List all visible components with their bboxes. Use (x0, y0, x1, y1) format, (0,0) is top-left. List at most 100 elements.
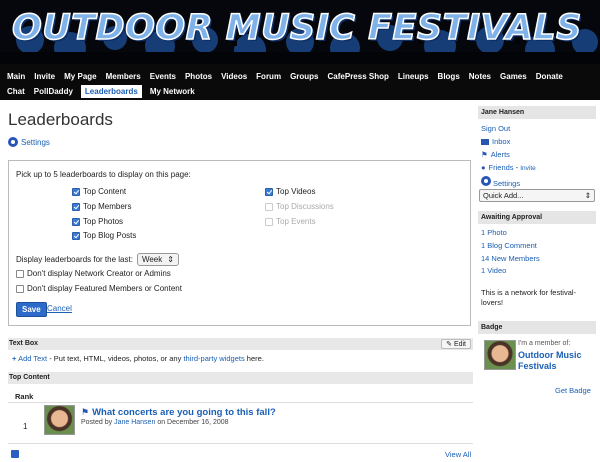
person-icon: ● (481, 163, 486, 172)
leaderboard-settings-panel: Pick up to 5 leaderboards to display on … (8, 160, 471, 326)
friends-row: ● Friends - Invite (481, 163, 536, 172)
checkbox-box[interactable] (72, 187, 80, 196)
badge-header: Badge (478, 321, 596, 334)
nav-row-secondary: Chat PollDaddy Leaderboards My Network (6, 83, 196, 99)
nav-row-primary: Main Invite My Page Members Events Photo… (6, 68, 564, 84)
checkbox-box (265, 202, 273, 211)
settings-label: Settings (493, 179, 521, 188)
checkbox-top-blog-posts[interactable]: Top Blog Posts (72, 231, 136, 240)
nav-item-events[interactable]: Events (149, 70, 177, 83)
approval-item-photo[interactable]: 1 Photo (481, 228, 507, 237)
checkbox-box[interactable] (265, 187, 273, 196)
inbox-label: Inbox (492, 137, 511, 146)
checkbox-box[interactable] (72, 202, 80, 211)
approval-item-blog-comment[interactable]: 1 Blog Comment (481, 241, 537, 250)
sidebar-settings-link[interactable]: Settings (481, 176, 520, 188)
rank-number: 1 (23, 422, 28, 431)
post-date: on December 16, 2008 (157, 419, 229, 426)
top-content-title: Top Content (9, 374, 50, 381)
text-box-description: - Put text, HTML, videos, photos, or any (47, 354, 184, 363)
nav-item-cafepress-shop[interactable]: CafePress Shop (327, 70, 390, 83)
checkbox-box[interactable] (72, 217, 80, 226)
nav-item-donate[interactable]: Donate (535, 70, 564, 83)
site-banner-title[interactable]: OUTDOOR MUSIC FESTIVALS (11, 7, 582, 49)
text-box-description-end: here. (244, 354, 264, 363)
checkbox-label: Don't display Featured Members or Conten… (27, 284, 182, 293)
checkbox-label: Top Members (83, 202, 132, 211)
user-name-header: Jane Hansen (478, 106, 596, 119)
main-navigation: Main Invite My Page Members Events Photo… (0, 64, 600, 100)
checkbox-box[interactable] (72, 231, 80, 240)
nav-item-invite[interactable]: Invite (33, 70, 56, 83)
discussion-icon: ⚑ (81, 407, 90, 417)
cancel-link[interactable]: Cancel (47, 304, 72, 313)
checkbox-box (265, 217, 273, 226)
checkbox-label: Top Videos (276, 187, 316, 196)
nav-item-groups[interactable]: Groups (289, 70, 319, 83)
approval-item-video[interactable]: 1 Video (481, 266, 506, 275)
edit-button[interactable]: ✎ Edit (441, 339, 471, 349)
awaiting-approval-header: Awaiting Approval (478, 211, 596, 224)
checkbox-top-content[interactable]: Top Content (72, 187, 126, 196)
view-all-link[interactable]: View All (445, 450, 471, 459)
checkbox-top-photos[interactable]: Top Photos (72, 217, 123, 226)
author-link[interactable]: Jane Hansen (114, 419, 155, 426)
nav-item-photos[interactable]: Photos (184, 70, 213, 83)
top-content-header: Top Content (8, 372, 473, 384)
nav-item-lineups[interactable]: Lineups (397, 70, 430, 83)
checkbox-top-events: Top Events (265, 217, 316, 226)
invite-link[interactable]: Invite (520, 165, 536, 172)
approval-item-new-members[interactable]: 14 New Members (481, 254, 540, 263)
nav-item-videos[interactable]: Videos (220, 70, 248, 83)
badge-avatar[interactable] (484, 340, 516, 370)
settings-link[interactable]: Settings (8, 137, 50, 147)
nav-item-games[interactable]: Games (499, 70, 528, 83)
badge-network-name[interactable]: Outdoor Music Festivals (518, 350, 594, 372)
save-button[interactable]: Save (16, 302, 47, 317)
nav-item-notes[interactable]: Notes (468, 70, 492, 83)
page-title: Leaderboards (8, 110, 113, 129)
checkbox-top-discussions: Top Discussions (265, 202, 334, 211)
nav-item-blogs[interactable]: Blogs (437, 70, 461, 83)
friends-link[interactable]: Friends (489, 163, 514, 172)
checkbox-top-members[interactable]: Top Members (72, 202, 131, 211)
get-badge-link[interactable]: Get Badge (555, 386, 591, 395)
add-text-link[interactable]: Add Text (18, 354, 47, 363)
author-avatar[interactable] (44, 405, 75, 435)
text-box-header: Text Box ✎ Edit (8, 338, 473, 350)
topic-title-row: ⚑ What concerts are you going to this fa… (81, 407, 276, 418)
sign-out-link[interactable]: Sign Out (481, 124, 510, 133)
checkbox-box[interactable] (16, 284, 24, 293)
checkbox-label: Top Blog Posts (83, 231, 137, 240)
select-arrows-icon: ⇕ (584, 191, 591, 200)
quick-add-select[interactable]: Quick Add... ⇕ (479, 189, 595, 202)
plus-icon: + (12, 354, 17, 363)
nav-item-members[interactable]: Members (105, 70, 142, 83)
quick-add-value: Quick Add... (483, 191, 524, 200)
nav-item-my-page[interactable]: My Page (63, 70, 97, 83)
third-party-widgets-link[interactable]: third-party widgets (183, 354, 244, 363)
period-select-value: Week (141, 255, 163, 264)
checkbox-box[interactable] (16, 269, 24, 278)
checkbox-hide-featured[interactable]: Don't display Featured Members or Conten… (16, 284, 182, 293)
topic-title-link[interactable]: What concerts are you going to this fall… (92, 407, 276, 418)
alerts-link[interactable]: ⚑ Alerts (481, 150, 510, 159)
nav-item-polldaddy[interactable]: PollDaddy (33, 85, 74, 98)
nav-item-my-network[interactable]: My Network (149, 85, 196, 98)
nav-item-chat[interactable]: Chat (6, 85, 26, 98)
checkbox-top-videos[interactable]: Top Videos (265, 187, 315, 196)
checkbox-label: Top Events (276, 217, 316, 226)
divider (8, 443, 473, 444)
select-arrows-icon: ⇕ (167, 255, 174, 264)
period-select[interactable]: Week ⇕ (136, 253, 179, 266)
nav-item-leaderboards[interactable]: Leaderboards (80, 84, 142, 98)
rss-icon[interactable] (11, 450, 19, 458)
envelope-icon (481, 139, 489, 146)
period-selector-row: Display leaderboards for the last: Week … (16, 253, 179, 266)
nav-item-forum[interactable]: Forum (255, 70, 282, 83)
pencil-icon: ✎ (446, 341, 452, 348)
checkbox-label: Don't display Network Creator or Admins (27, 269, 171, 278)
checkbox-hide-creator[interactable]: Don't display Network Creator or Admins (16, 269, 171, 278)
nav-item-main[interactable]: Main (6, 70, 26, 83)
inbox-link[interactable]: Inbox (481, 137, 510, 146)
